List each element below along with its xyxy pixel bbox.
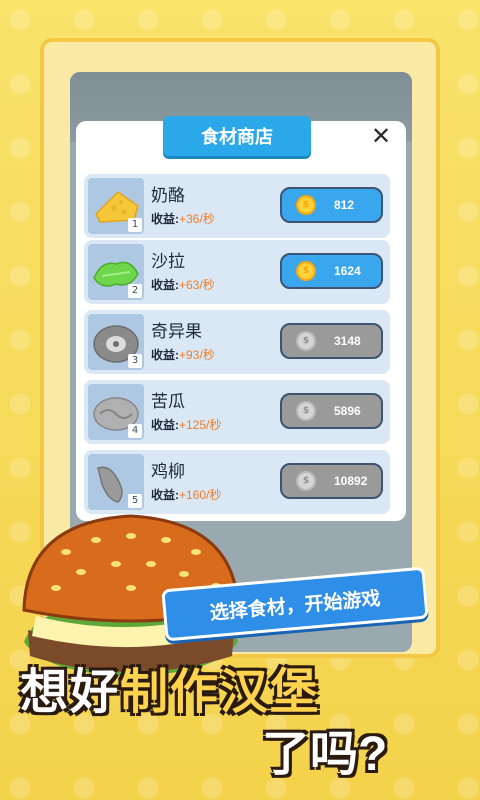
income-label: 收益:: [151, 212, 179, 226]
item-name: 鸡柳: [151, 462, 185, 481]
shop-item-salad: 2 沙拉 收益:+63/秒 $ 1624: [84, 240, 390, 304]
income-value: +36/秒: [179, 212, 215, 226]
coin-icon: $: [296, 195, 316, 215]
coin-icon: $: [296, 261, 316, 281]
buy-button[interactable]: $ 1624: [280, 253, 383, 289]
headline-line-1: 想好制作汉堡: [20, 652, 460, 722]
item-name: 沙拉: [151, 252, 185, 271]
item-index-badge: 3: [128, 354, 142, 368]
item-income: 收益:+125/秒: [151, 416, 221, 433]
income-value: +63/秒: [179, 278, 215, 292]
shop-item-kiwi: 3 奇异果 收益:+93/秒 $ 3148: [84, 310, 390, 374]
item-income: 收益:+93/秒: [151, 346, 215, 363]
item-income: 收益:+63/秒: [151, 276, 215, 293]
cheese-icon: 1: [88, 178, 144, 234]
shop-title: 食材商店: [163, 116, 311, 156]
lettuce-icon: 2: [88, 244, 144, 300]
promo-headline: 想好制作汉堡 了吗?: [20, 652, 460, 784]
buy-button[interactable]: $ 812: [280, 187, 383, 223]
headline-part-a: 想好: [20, 666, 121, 719]
price-label: 5896: [334, 404, 361, 418]
buy-button[interactable]: $ 3148: [280, 323, 383, 359]
item-index-badge: 2: [128, 284, 142, 298]
coin-icon: $: [296, 471, 316, 491]
price-label: 10892: [334, 474, 368, 488]
coin-icon: $: [296, 331, 316, 351]
item-income: 收益:+36/秒: [151, 210, 215, 227]
headline-line-2: 了吗?: [262, 728, 388, 781]
bitter-melon-icon: 4: [88, 384, 144, 440]
price-label: 3148: [334, 334, 361, 348]
item-index-badge: 1: [128, 218, 142, 232]
income-value: +93/秒: [179, 348, 215, 362]
income-value: +125/秒: [179, 418, 222, 432]
item-name: 苦瓜: [151, 392, 185, 411]
item-index-badge: 4: [128, 424, 142, 438]
item-name: 奶酪: [151, 186, 185, 205]
buy-button[interactable]: $ 5896: [280, 393, 383, 429]
shop-item-cheese: 1 奶酪 收益:+36/秒 $ 812: [84, 174, 390, 238]
coin-icon: $: [296, 401, 316, 421]
buy-button[interactable]: $ 10892: [280, 463, 383, 499]
income-label: 收益:: [151, 278, 179, 292]
shop-item-bitter-melon: 4 苦瓜 收益:+125/秒 $ 5896: [84, 380, 390, 444]
item-name: 奇异果: [151, 322, 202, 341]
price-label: 1624: [334, 264, 361, 278]
headline-part-b: 制作汉堡: [120, 666, 321, 719]
income-label: 收益:: [151, 348, 179, 362]
kiwi-icon: 3: [88, 314, 144, 370]
income-label: 收益:: [151, 418, 179, 432]
price-label: 812: [334, 198, 355, 212]
close-icon[interactable]: ✕: [369, 124, 393, 148]
